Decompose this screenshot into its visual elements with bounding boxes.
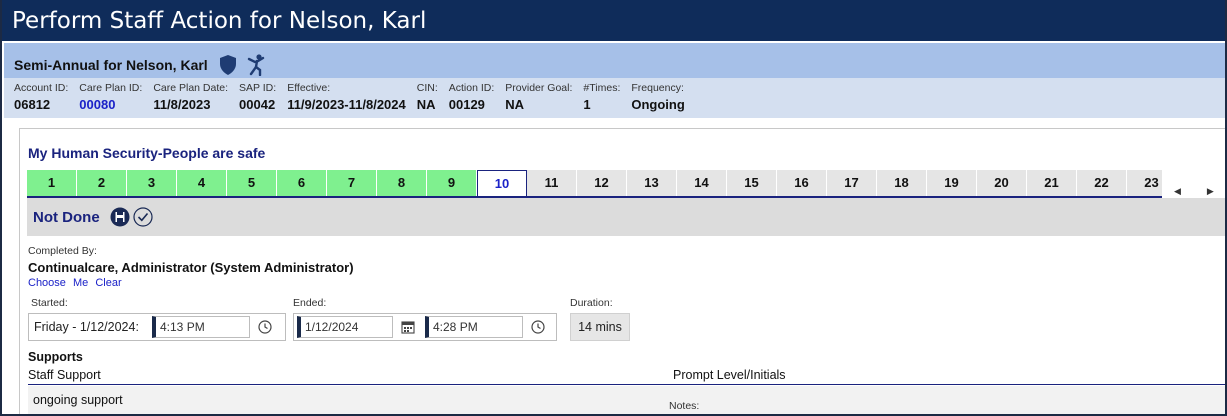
day-tab[interactable]: 22 — [1077, 170, 1127, 196]
day-tab[interactable]: 12 — [577, 170, 627, 196]
info-field: CIN: NA — [417, 82, 438, 118]
supports-title: Supports — [28, 350, 83, 364]
day-tab[interactable]: 15 — [727, 170, 777, 196]
day-scroll-arrows[interactable]: ◀▶ — [1174, 186, 1225, 197]
info-label: Provider Goal: — [505, 82, 573, 94]
info-field: Frequency: Ongoing — [631, 82, 684, 118]
info-field: Account ID: 06812 — [14, 82, 68, 118]
prompt-level-header: Prompt Level/Initials — [673, 368, 786, 382]
info-label: SAP ID: — [239, 82, 277, 94]
day-tab[interactable]: 18 — [877, 170, 927, 196]
day-strip: 1 2 3 4 5 6 7 8 9 10 11 12 13 14 15 16 17 18 19 20 21 22 23 — [27, 170, 1162, 198]
info-value: 11/9/2023-11/8/2024 — [287, 97, 406, 112]
info-value: Ongoing — [631, 97, 685, 112]
info-field: Action ID: 00129 — [449, 82, 495, 118]
day-tab[interactable]: 6 — [277, 170, 327, 196]
day-tab[interactable]: 23 — [1127, 170, 1162, 196]
day-tab[interactable]: 3 — [127, 170, 177, 196]
completed-by-label: Completed By: — [28, 245, 97, 257]
info-label: Frequency: — [631, 82, 684, 94]
day-tab[interactable]: 10 — [477, 170, 527, 196]
info-value: NA — [505, 97, 525, 112]
notes-label: Notes: — [669, 400, 700, 412]
completed-by-links: Choose Me Clear — [28, 277, 126, 289]
me-link[interactable]: Me — [73, 277, 88, 289]
day-tab[interactable]: 5 — [227, 170, 277, 196]
info-field: #Times: 1 — [583, 82, 620, 118]
info-value: 00042 — [239, 97, 276, 112]
header-divider — [28, 384, 1225, 385]
duration-label: Duration: — [570, 297, 613, 309]
check-icon[interactable] — [133, 207, 153, 227]
day-tab[interactable]: 16 — [777, 170, 827, 196]
day-tab[interactable]: 4 — [177, 170, 227, 196]
day-tab[interactable]: 20 — [977, 170, 1027, 196]
window-frame: Perform Staff Action for Nelson, Karl Se… — [0, 0, 1227, 416]
calendar-icon[interactable] — [401, 320, 415, 334]
day-tab[interactable]: 7 — [327, 170, 377, 196]
info-field: Care Plan Date: 11/8/2023 — [153, 82, 228, 118]
started-date[interactable]: Friday - 1/12/2024: — [34, 320, 152, 334]
ended-time-input[interactable]: 4:28 PM — [425, 316, 523, 338]
info-field: Provider Goal: NA — [505, 82, 572, 118]
day-tab[interactable]: 14 — [677, 170, 727, 196]
day-tab[interactable]: 9 — [427, 170, 477, 196]
staff-support-header: Staff Support — [28, 368, 101, 382]
day-tab[interactable]: 19 — [927, 170, 977, 196]
info-value: 11/8/2023 — [153, 97, 211, 112]
info-label: #Times: — [583, 82, 621, 94]
clock-icon[interactable] — [258, 320, 272, 334]
started-field: Friday - 1/12/2024: 4:13 PM — [28, 313, 286, 341]
status-bar: Not Done — [27, 198, 1225, 236]
info-label: Action ID: — [448, 82, 495, 94]
started-label: Started: — [31, 297, 68, 309]
info-value: 1 — [583, 97, 591, 112]
info-label: Care Plan Date: — [153, 82, 229, 94]
info-value: 06812 — [14, 97, 51, 112]
started-time-value: 4:13 PM — [160, 320, 205, 334]
clock-icon[interactable] — [531, 320, 545, 334]
day-tab[interactable]: 17 — [827, 170, 877, 196]
info-value: NA — [416, 97, 436, 112]
info-label: CIN: — [416, 82, 438, 94]
ended-time-value: 4:28 PM — [433, 320, 478, 334]
choose-link[interactable]: Choose — [28, 277, 66, 289]
info-value: 00129 — [448, 97, 485, 112]
info-field: SAP ID: 00042 — [239, 82, 276, 118]
day-tab[interactable]: 21 — [1027, 170, 1077, 196]
day-tab[interactable]: 13 — [627, 170, 677, 196]
day-tab[interactable]: 1 — [27, 170, 77, 196]
started-time-input[interactable]: 4:13 PM — [152, 316, 250, 338]
info-label: Account ID: — [14, 82, 69, 94]
day-tab[interactable]: 2 — [77, 170, 127, 196]
info-label: Effective: — [287, 82, 331, 94]
info-bar: Account ID: 06812 Care Plan ID: 00080 Care P… — [4, 78, 1225, 118]
info-label: Care Plan ID: — [79, 82, 143, 94]
subheader-title: Semi-Annual for Nelson, Karl — [14, 56, 208, 73]
support-text: ongoing support — [33, 393, 123, 407]
table-row[interactable] — [28, 386, 1225, 414]
clear-link[interactable]: Clear — [95, 277, 121, 289]
info-field: Care Plan ID: 00080 — [79, 82, 142, 118]
window-title: Perform Staff Action for Nelson, Karl — [2, 0, 1225, 41]
ended-date-value: 1/12/2024 — [305, 320, 359, 334]
person-activity-icon — [247, 53, 264, 76]
day-tab[interactable]: 11 — [527, 170, 577, 196]
save-icon[interactable] — [110, 207, 130, 227]
info-field: Effective: 11/9/2023-11/8/2024 — [287, 82, 406, 118]
duration-value: 14 mins — [570, 313, 630, 341]
completed-by-value: Continualcare, Administrator (System Adm… — [28, 260, 354, 275]
ended-date-input[interactable]: 1/12/2024 — [297, 316, 393, 338]
day-tab[interactable]: 8 — [377, 170, 427, 196]
status-label: Not Done — [33, 208, 100, 226]
ended-label: Ended: — [293, 297, 327, 309]
shield-icon — [219, 54, 236, 75]
subheader: Semi-Annual for Nelson, Karl — [4, 43, 1225, 78]
goal-title: My Human Security-People are safe — [28, 145, 266, 161]
info-value[interactable]: 00080 — [79, 97, 142, 112]
ended-field: 1/12/2024 4:28 PM — [293, 313, 557, 341]
